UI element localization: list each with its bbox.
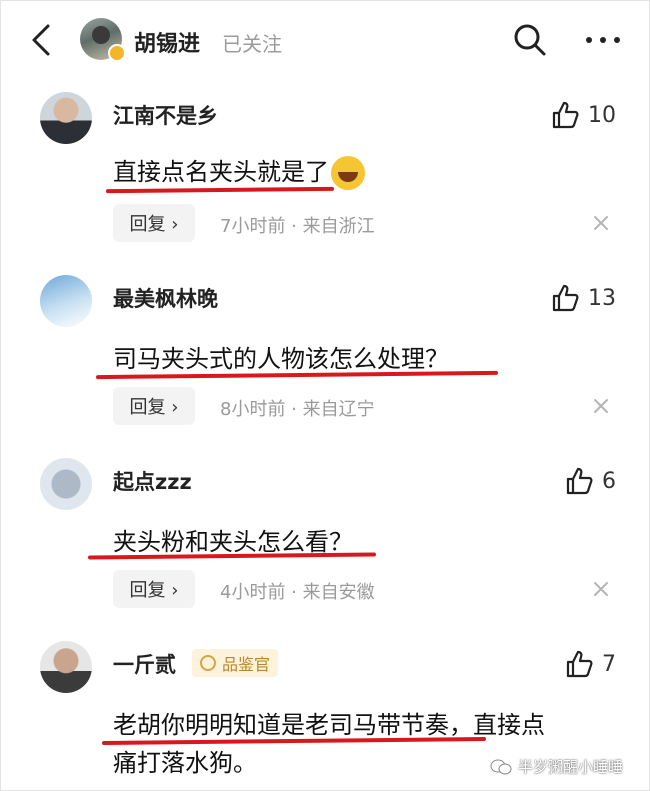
thumbs-up-icon xyxy=(552,101,579,129)
like-count: 10 xyxy=(588,102,616,128)
user-avatar[interactable] xyxy=(40,641,92,693)
like-button[interactable]: 13 xyxy=(550,283,616,313)
comment-text-line-2: 痛打落水狗。 xyxy=(113,749,257,777)
thumbs-up-icon xyxy=(566,467,593,495)
like-button[interactable]: 6 xyxy=(564,466,616,496)
reply-button[interactable]: 回复 › xyxy=(113,570,195,608)
thumbs-up-icon xyxy=(552,284,579,312)
reply-button[interactable]: 回复 › xyxy=(113,204,195,242)
search-icon[interactable] xyxy=(512,22,548,58)
badge-label: 品鉴官 xyxy=(222,655,271,674)
author-name[interactable]: 胡锡进 xyxy=(134,26,200,58)
comment-text: 司马夹头式的人物该怎么处理？ xyxy=(113,345,449,373)
user-avatar[interactable] xyxy=(40,275,92,327)
wechat-icon xyxy=(490,759,512,774)
more-icon[interactable] xyxy=(583,22,623,58)
like-button[interactable]: 7 xyxy=(564,649,616,679)
user-name[interactable]: 江南不是乡 xyxy=(113,100,218,130)
comment-meta: 7小时前 · 来自浙江 xyxy=(220,216,375,237)
watermark: 半岁粥醒小睡睡 xyxy=(490,756,623,777)
like-count: 13 xyxy=(588,285,616,311)
like-button[interactable]: 10 xyxy=(550,100,616,130)
reply-button[interactable]: 回复 › xyxy=(113,387,195,425)
close-icon[interactable] xyxy=(592,397,610,415)
comment-meta: 4小时前 · 来自安徽 xyxy=(220,582,375,603)
comment-meta: 8小时前 · 来自辽宁 xyxy=(220,399,375,420)
close-icon[interactable] xyxy=(592,214,610,232)
user-badge: 品鉴官 xyxy=(192,649,279,677)
user-name[interactable]: 起点zzz xyxy=(113,466,192,496)
comment-text: 直接点名夹头就是了 xyxy=(113,152,365,190)
comment-text-line-1: 老胡你明明知道是老司马带节奏，直接点 xyxy=(113,711,545,739)
top-bar: 胡锡进 已关注 xyxy=(0,0,650,80)
laughing-emoji-icon xyxy=(331,156,365,190)
comment-text-content: 直接点名夹头就是了 xyxy=(113,158,329,186)
watermark-text: 半岁粥醒小睡睡 xyxy=(518,758,624,776)
close-icon[interactable] xyxy=(592,580,610,598)
user-name[interactable]: 最美枫林晚 xyxy=(113,283,218,313)
thumbs-up-icon xyxy=(566,650,593,678)
like-count: 7 xyxy=(602,651,616,677)
comment-text: 夹头粉和夹头怎么看？ xyxy=(113,528,353,556)
verified-badge-icon xyxy=(108,44,126,62)
like-count: 6 xyxy=(602,468,616,494)
back-arrow-icon[interactable] xyxy=(24,22,60,58)
user-avatar[interactable] xyxy=(40,458,92,510)
user-name[interactable]: 一斤贰 xyxy=(113,649,176,679)
badge-icon xyxy=(200,655,216,671)
user-avatar[interactable] xyxy=(40,92,92,144)
follow-status[interactable]: 已关注 xyxy=(222,28,282,57)
